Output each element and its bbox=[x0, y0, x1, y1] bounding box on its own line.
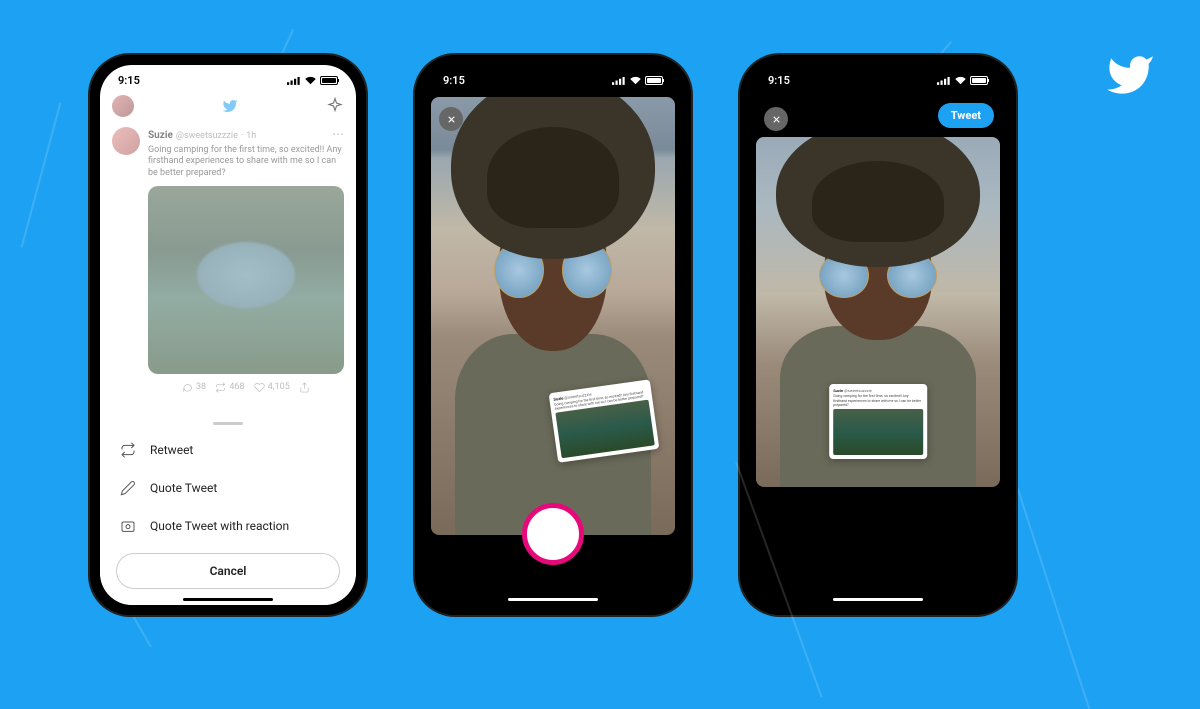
signal-icon bbox=[937, 76, 951, 85]
home-indicator[interactable] bbox=[833, 598, 923, 601]
like-button[interactable]: 4,105 bbox=[254, 382, 290, 394]
quote-tweet-option[interactable]: Quote Tweet bbox=[100, 469, 356, 507]
status-bar: 9:15 bbox=[750, 65, 1006, 91]
retweet-action-sheet: Retweet Quote Tweet Quote Tweet with rea… bbox=[100, 414, 356, 605]
home-indicator[interactable] bbox=[183, 598, 273, 601]
status-time: 9:15 bbox=[118, 74, 140, 87]
status-bar: 9:15 bbox=[425, 65, 681, 91]
tweet-author-name[interactable]: Suzie bbox=[148, 129, 173, 142]
tweet-timestamp: 1h bbox=[246, 131, 256, 143]
tweet-button[interactable]: Tweet bbox=[938, 103, 994, 128]
sparkle-icon[interactable] bbox=[326, 97, 344, 115]
tweet-text: Going camping for the first time, so exc… bbox=[148, 145, 344, 180]
status-bar: 9:15 bbox=[100, 65, 356, 91]
tweet-more-icon[interactable]: ⋯ bbox=[332, 127, 344, 143]
signal-icon bbox=[612, 76, 626, 85]
cancel-button[interactable]: Cancel bbox=[116, 553, 340, 589]
tweet-author-handle[interactable]: @sweetsuzzzie bbox=[176, 131, 238, 143]
wifi-icon bbox=[629, 76, 642, 85]
twitter-home-icon[interactable] bbox=[220, 98, 240, 114]
battery-icon bbox=[645, 76, 663, 85]
battery-icon bbox=[320, 76, 338, 85]
status-time: 9:15 bbox=[443, 74, 465, 87]
home-indicator[interactable] bbox=[508, 598, 598, 601]
close-button[interactable] bbox=[439, 107, 463, 131]
tweet-image[interactable] bbox=[148, 186, 344, 374]
status-time: 9:15 bbox=[768, 74, 790, 87]
share-button[interactable] bbox=[299, 382, 310, 394]
camera-icon bbox=[120, 518, 136, 534]
quote-reaction-option[interactable]: Quote Tweet with reaction bbox=[100, 507, 356, 545]
reply-button[interactable]: 38 bbox=[182, 382, 206, 394]
signal-icon bbox=[287, 76, 301, 85]
tweet-avatar[interactable] bbox=[112, 127, 140, 155]
battery-icon bbox=[970, 76, 988, 85]
close-icon bbox=[446, 114, 457, 125]
retweet-icon bbox=[120, 442, 136, 458]
embedded-tweet-card[interactable]: Suzie @sweetsuzzzie Going camping for th… bbox=[829, 384, 927, 459]
shutter-button[interactable] bbox=[522, 503, 584, 565]
profile-avatar[interactable] bbox=[112, 95, 134, 117]
camera-viewfinder: Suzie @sweetsuzzzie Going camping for th… bbox=[431, 97, 675, 535]
pencil-icon bbox=[120, 480, 136, 496]
phone-retweet-menu: 9:15 Suzie @sweetsuzzzie · bbox=[90, 55, 366, 615]
wifi-icon bbox=[304, 76, 317, 85]
close-icon bbox=[771, 114, 782, 125]
embedded-tweet-card[interactable]: Suzie @sweetsuzzzie Going camping for th… bbox=[549, 379, 660, 463]
twitter-logo-icon bbox=[1100, 50, 1160, 100]
reaction-preview[interactable]: Suzie @sweetsuzzzie Going camping for th… bbox=[756, 137, 1000, 487]
phone-camera-capture: 9:15 Suzie @sweetsuzzzie Going camping f… bbox=[415, 55, 691, 615]
retweet-option[interactable]: Retweet bbox=[100, 431, 356, 469]
phone-compose-preview: 9:15 Tweet Suzie @sweetsuzzzie Going cam… bbox=[740, 55, 1016, 615]
wifi-icon bbox=[954, 76, 967, 85]
retweet-button[interactable]: 468 bbox=[215, 382, 244, 394]
close-button[interactable] bbox=[764, 107, 788, 131]
